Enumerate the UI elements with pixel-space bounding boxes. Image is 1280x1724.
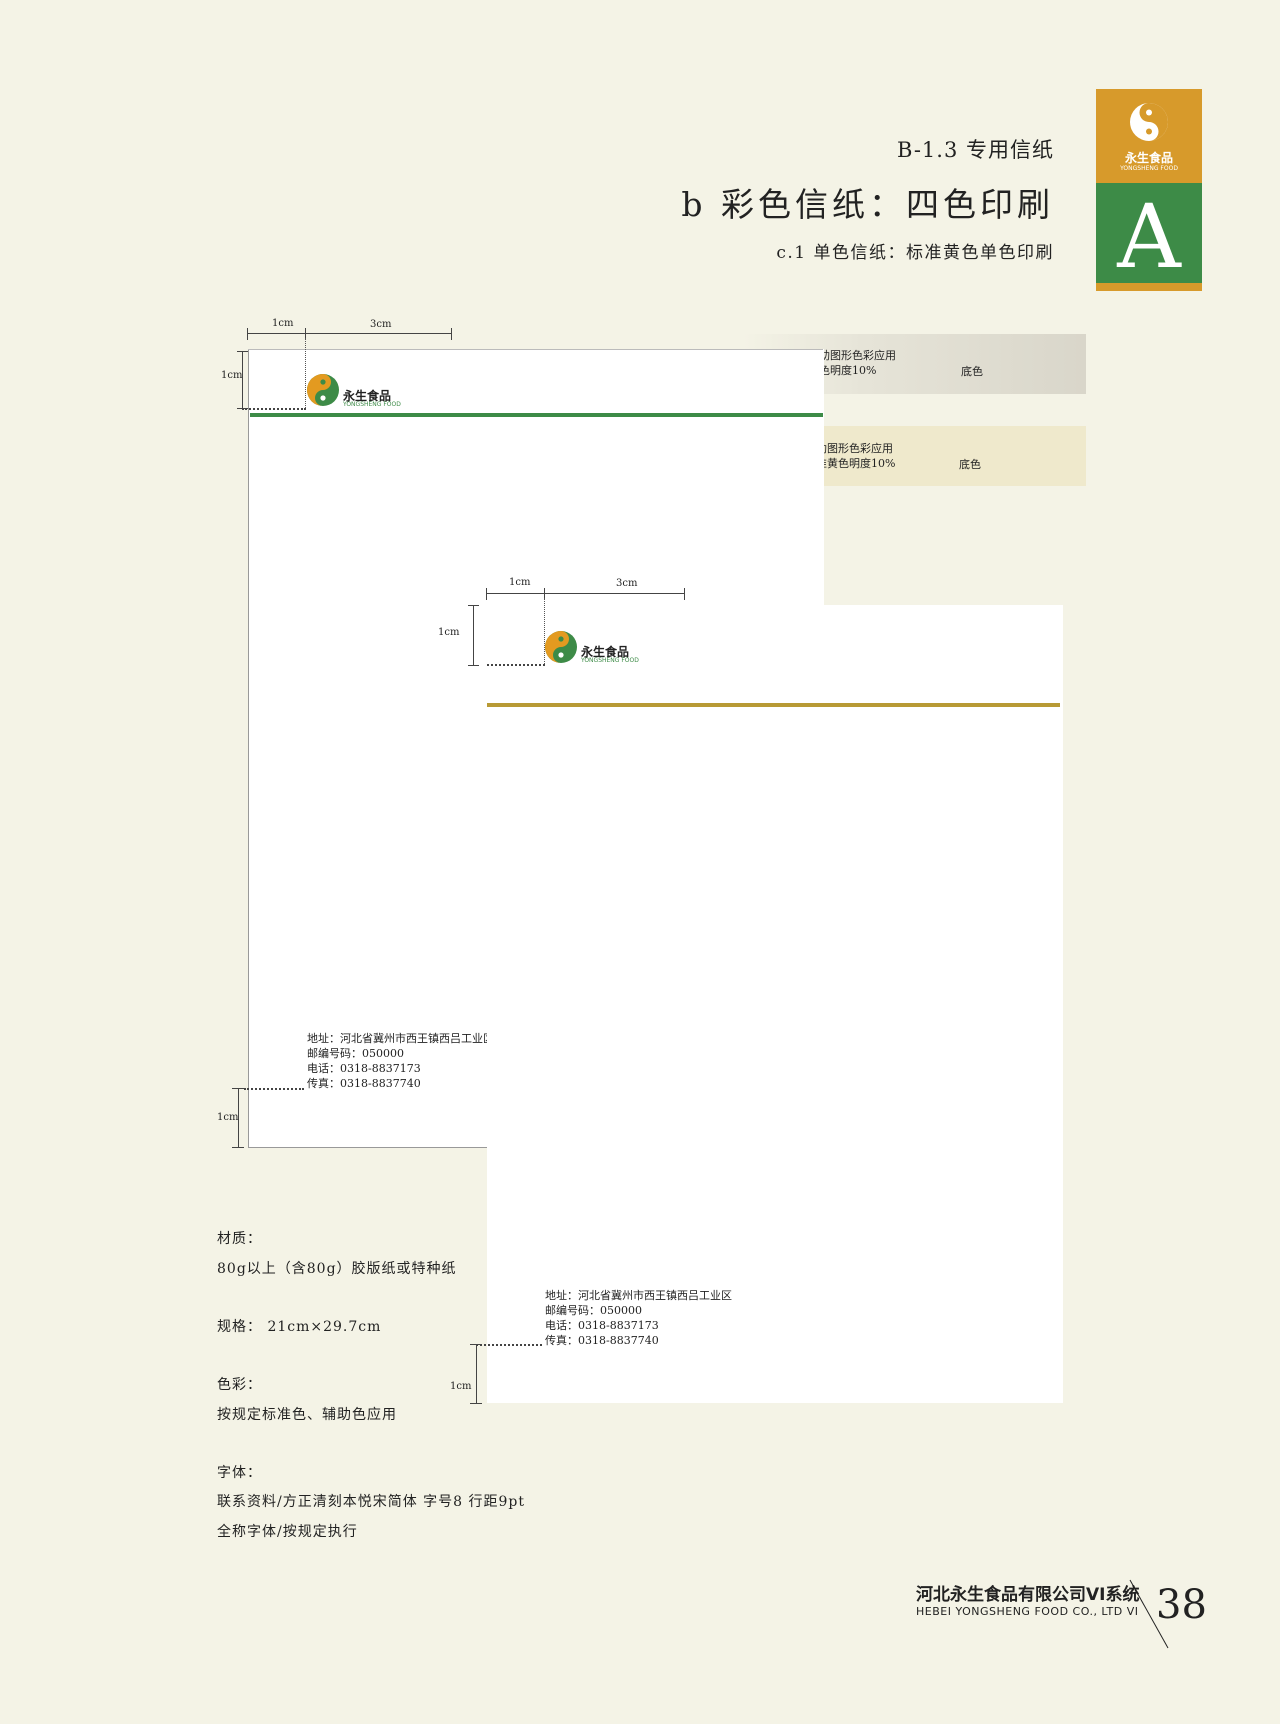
spec-material-label: 材质： — [217, 1231, 262, 1247]
spec-color-label: 色彩： — [217, 1377, 262, 1393]
dim-label-3cm: 3cm — [370, 319, 392, 330]
logo-en: YONGSHENG FOOD — [581, 657, 639, 664]
badge-logo-en: YONGSHENG FOOD — [1120, 165, 1178, 172]
dim-tick — [232, 1147, 244, 1148]
footer-company-en: HEBEI YONGSHENG FOOD CO., LTD VI — [916, 1605, 1139, 1618]
fax-text: 传真：0318-8837740 — [545, 1334, 659, 1347]
swatch-label: 底色 — [959, 458, 981, 471]
section-label: B-1.3 专用信纸 — [897, 138, 1054, 162]
spec-font-2: 全称字体/按规定执行 — [217, 1524, 358, 1540]
dim-tick — [486, 588, 487, 600]
dim-tick — [237, 351, 248, 352]
sheet-top-edge — [248, 349, 823, 350]
dim-line — [476, 1344, 477, 1403]
header-rule-gold — [487, 703, 1060, 707]
page-subtitle: c.1 单色信纸：标准黄色单色印刷 — [776, 243, 1054, 263]
dim-tick — [470, 1403, 482, 1404]
dim-tick — [468, 605, 479, 606]
logo-icon — [1130, 103, 1168, 141]
badge-logo-name: 永生食品 — [1124, 151, 1173, 165]
dim-label-1cm: 1cm — [217, 1112, 239, 1123]
logo-en: YONGSHENG FOOD — [343, 401, 401, 408]
dim-line — [486, 593, 685, 594]
badge-letter-panel: A — [1096, 183, 1202, 291]
spec-material: 80g以上（含80g）胶版纸或特种纸 — [217, 1261, 457, 1277]
dim-guide — [242, 408, 306, 410]
badge-strip — [1096, 283, 1202, 291]
header-rule-green — [250, 413, 823, 417]
page-title: b 彩色信纸：四色印刷 — [681, 185, 1054, 224]
brand-badge: 永生食品 YONGSHENG FOOD A — [1096, 89, 1202, 291]
badge-letter: A — [1117, 185, 1181, 288]
dim-tick — [684, 588, 685, 600]
fax-text: 传真：0318-8837740 — [307, 1077, 421, 1090]
logo-icon — [545, 631, 577, 663]
dim-label-1cm: 1cm — [221, 370, 243, 381]
dim-tick — [232, 1088, 244, 1089]
dim-tick — [470, 1344, 482, 1345]
dim-label-1cm: 1cm — [272, 318, 294, 329]
dim-guide — [476, 1344, 542, 1346]
dim-label-1cm: 1cm — [450, 1381, 472, 1392]
spec-font-1: 联系资料/方正清刻本悦宋简体 字号8 行距9pt — [217, 1494, 526, 1510]
page-number: 38 — [1156, 1582, 1207, 1628]
dim-tick — [468, 665, 479, 666]
dim-tick — [247, 328, 248, 340]
contact-block: 地址：河北省冀州市西王镇西吕工业区 邮编号码：050000 电话：0318-88… — [545, 1288, 732, 1348]
dim-label-1cm: 1cm — [438, 627, 460, 638]
dim-tick — [451, 328, 452, 340]
dim-label-1cm: 1cm — [509, 577, 531, 588]
postcode-text: 邮编号码：050000 — [545, 1304, 642, 1317]
footer-company-cn: 河北永生食品有限公司VI系统 — [916, 1585, 1140, 1605]
badge-logo-panel: 永生食品 YONGSHENG FOOD — [1096, 89, 1202, 183]
spec-size: 规格： 21cm×29.7cm — [217, 1319, 382, 1335]
address-text: 地址：河北省冀州市西王镇西吕工业区 — [307, 1032, 494, 1045]
postcode-text: 邮编号码：050000 — [307, 1047, 404, 1060]
dim-line — [242, 351, 243, 408]
letterhead-mono-sheet — [487, 605, 1063, 1403]
dim-line — [247, 333, 452, 334]
spec-font-label: 字体： — [217, 1465, 262, 1481]
address-text: 地址：河北省冀州市西王镇西吕工业区 — [545, 1289, 732, 1302]
dim-line — [473, 605, 474, 665]
contact-block: 地址：河北省冀州市西王镇西吕工业区 邮编号码：050000 电话：0318-88… — [307, 1031, 494, 1091]
phone-text: 电话：0318-8837173 — [545, 1319, 659, 1332]
dim-guide — [244, 1088, 304, 1090]
spec-color: 按规定标准色、辅助色应用 — [217, 1407, 397, 1423]
logo-icon — [307, 374, 339, 406]
dim-guide — [487, 664, 545, 666]
phone-text: 电话：0318-8837173 — [307, 1062, 421, 1075]
swatch-label: 底色 — [961, 365, 983, 378]
dim-label-3cm: 3cm — [616, 578, 638, 589]
